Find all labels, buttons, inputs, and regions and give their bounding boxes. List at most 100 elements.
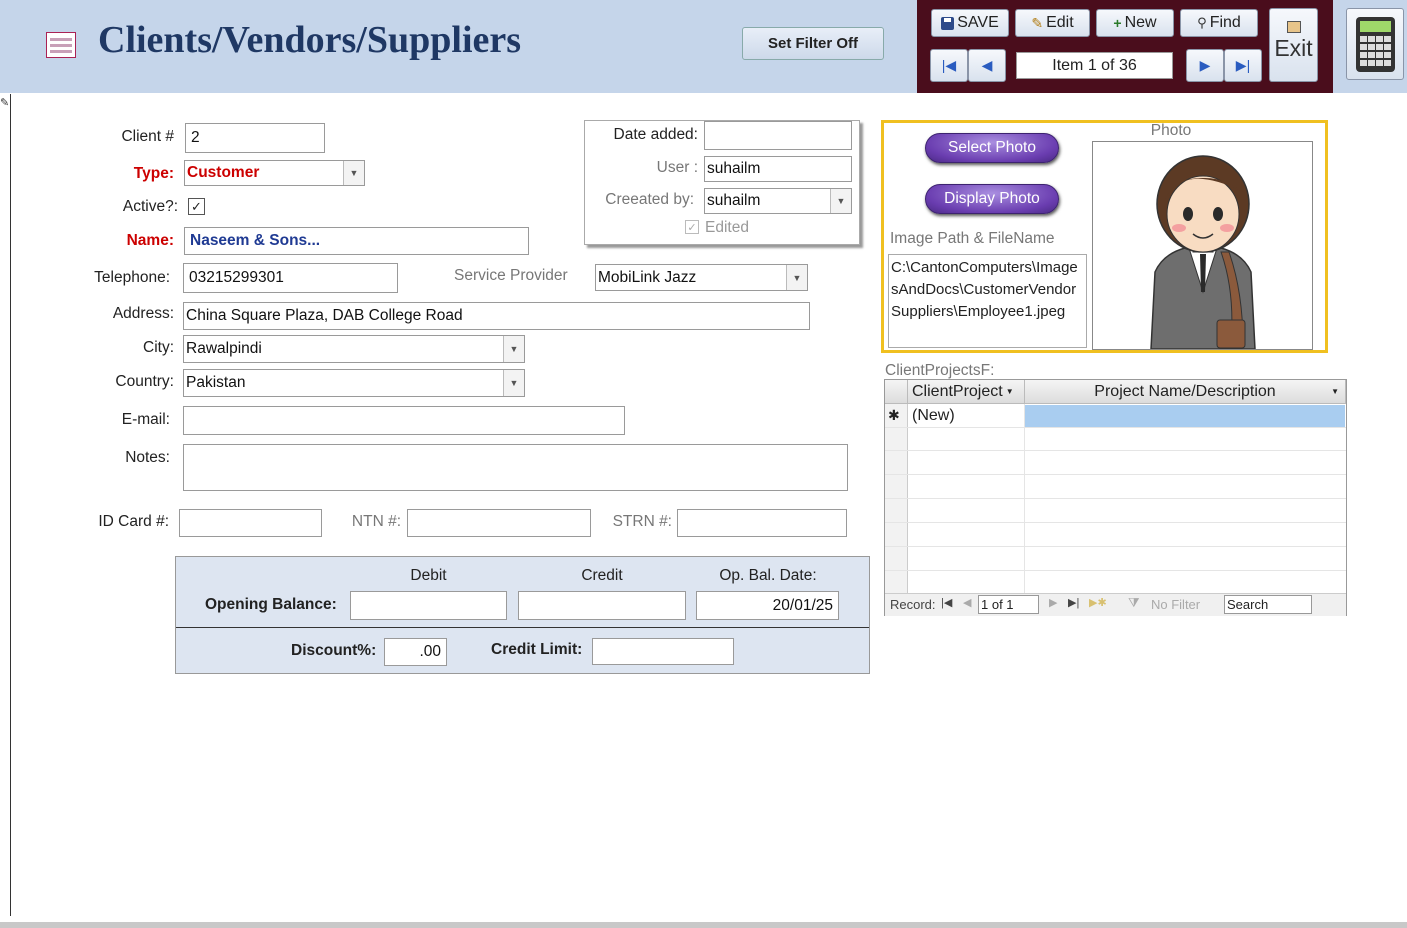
previous-record-icon[interactable]: ◀ — [963, 596, 971, 609]
new-button[interactable]: + New — [1096, 9, 1174, 37]
country-value: Pakistan — [186, 374, 246, 391]
edit-button[interactable]: ✎ Edit — [1015, 9, 1090, 37]
binoculars-icon: ⚲ — [1197, 15, 1207, 30]
status-bar — [0, 922, 1407, 928]
opening-balance-label: Opening Balance: — [205, 596, 337, 613]
previous-record-button[interactable]: ◀ — [968, 49, 1006, 82]
no-filter-button[interactable]: No Filter — [1151, 597, 1200, 612]
photo-caption: Photo — [1150, 122, 1192, 139]
save-label: SAVE — [957, 14, 999, 31]
service-provider-select[interactable]: MobiLink Jazz ▼ — [595, 264, 808, 291]
strn-field[interactable] — [677, 509, 847, 537]
image-path-field[interactable]: C:\CantonComputers\ImagesAndDocs\Custome… — [888, 254, 1087, 348]
grid-corner[interactable] — [885, 380, 908, 404]
next-record-icon[interactable]: ▶ — [1049, 596, 1057, 609]
city-value: Rawalpindi — [186, 340, 262, 357]
column-dropdown-icon[interactable]: ▼ — [1331, 387, 1339, 396]
record-selector-icon: ✎ — [0, 97, 10, 109]
discount-label: Discount%: — [291, 642, 377, 659]
type-value: Customer — [187, 164, 260, 181]
calculator-button[interactable] — [1346, 8, 1404, 80]
new-row-asterisk-icon: ✱ — [888, 407, 900, 423]
debit-field[interactable] — [350, 591, 507, 620]
display-photo-button[interactable]: Display Photo — [925, 184, 1059, 214]
column-header-project-name[interactable]: Project Name/Description ▼ — [1025, 380, 1346, 404]
grid-row-line — [885, 474, 1346, 475]
calculator-icon — [1356, 17, 1395, 72]
last-record-icon[interactable]: ▶| — [1068, 596, 1079, 609]
notes-field[interactable] — [183, 444, 848, 491]
city-label: City: — [143, 339, 174, 356]
chevron-down-icon[interactable]: ▼ — [503, 336, 524, 362]
user-field[interactable]: suhailm — [704, 156, 852, 182]
credit-label: Credit — [581, 567, 623, 584]
discount-field[interactable]: .00 — [384, 638, 447, 666]
first-record-button[interactable]: |◀ — [930, 49, 968, 82]
new-record-icon[interactable]: ▶✱ — [1089, 596, 1107, 609]
record-label: Record: — [890, 597, 936, 612]
id-card-field[interactable] — [179, 509, 322, 537]
pencil-icon: ✎ — [1031, 14, 1044, 31]
service-provider-value: MobiLink Jazz — [598, 268, 697, 286]
chevron-down-icon[interactable]: ▼ — [830, 189, 851, 213]
op-bal-date-field[interactable]: 20/01/25 — [696, 591, 839, 620]
add-record-icon: + — [1113, 15, 1122, 31]
form-left-border — [10, 94, 11, 916]
first-record-icon: |◀ — [941, 57, 957, 73]
set-filter-off-button[interactable]: Set Filter Off — [742, 27, 884, 60]
save-button[interactable]: SAVE — [931, 9, 1009, 37]
email-field[interactable] — [183, 406, 625, 435]
city-select[interactable]: Rawalpindi ▼ — [183, 335, 525, 363]
address-label: Address: — [112, 305, 174, 322]
next-record-button[interactable]: ▶ — [1186, 49, 1224, 82]
notes-label: Notes: — [125, 449, 170, 466]
grid-row-line — [885, 522, 1346, 523]
last-record-button[interactable]: ▶| — [1224, 49, 1262, 82]
edited-checkbox[interactable]: ✓ — [685, 220, 699, 234]
exit-button[interactable]: Exit — [1269, 8, 1318, 82]
chevron-down-icon[interactable]: ▼ — [503, 370, 524, 396]
new-row-label[interactable]: (New) — [912, 407, 955, 425]
find-label: Find — [1209, 14, 1241, 31]
grid-row-line — [885, 427, 1346, 428]
record-number-field[interactable]: 1 of 1 — [978, 595, 1039, 614]
service-provider-label: Service Provider — [454, 267, 568, 284]
grid-row-line — [885, 450, 1346, 451]
strn-label: STRN #: — [612, 513, 672, 530]
created-by-select[interactable]: suhailm ▼ — [704, 188, 852, 214]
country-label: Country: — [115, 373, 174, 390]
credit-field[interactable] — [518, 591, 686, 620]
chevron-down-icon[interactable]: ▼ — [343, 161, 364, 185]
select-photo-button[interactable]: Select Photo — [925, 133, 1059, 163]
find-button[interactable]: ⚲ Find — [1180, 9, 1258, 37]
active-checkbox[interactable]: ✓ — [188, 198, 205, 215]
new-label: New — [1124, 14, 1157, 31]
address-field[interactable]: China Square Plaza, DAB College Road — [183, 302, 810, 330]
credit-limit-field[interactable] — [592, 638, 734, 665]
type-label: Type: — [133, 165, 174, 182]
name-field[interactable]: Naseem & Sons... — [184, 227, 529, 255]
record-position: Item 1 of 36 — [1016, 52, 1173, 79]
first-record-icon[interactable]: |◀ — [941, 596, 952, 609]
ntn-field[interactable] — [407, 509, 591, 537]
grid-row-line — [885, 570, 1346, 571]
client-no-field[interactable]: 2 — [185, 123, 325, 153]
grid-row-line — [885, 498, 1346, 499]
filter-funnel-icon: ⧩ — [1128, 595, 1140, 610]
id-card-label: ID Card #: — [98, 513, 169, 530]
edit-label: Edit — [1046, 14, 1074, 31]
new-row-project-cell[interactable] — [1025, 405, 1345, 427]
debit-label: Debit — [410, 567, 447, 584]
previous-record-icon: ◀ — [981, 57, 993, 73]
person-illustration-icon — [1150, 155, 1256, 349]
column-dropdown-icon[interactable]: ▼ — [1006, 387, 1014, 396]
chevron-down-icon[interactable]: ▼ — [786, 265, 807, 290]
column-header-client-project[interactable]: ClientProject ▼ — [908, 380, 1025, 404]
exit-door-icon — [1286, 21, 1301, 33]
country-select[interactable]: Pakistan ▼ — [183, 369, 525, 397]
search-input[interactable]: Search — [1224, 595, 1312, 614]
date-added-field[interactable] — [704, 121, 852, 150]
telephone-field[interactable]: 03215299301 — [183, 263, 398, 293]
credit-limit-label: Credit Limit: — [491, 641, 583, 658]
type-select[interactable]: Customer ▼ — [184, 160, 365, 186]
